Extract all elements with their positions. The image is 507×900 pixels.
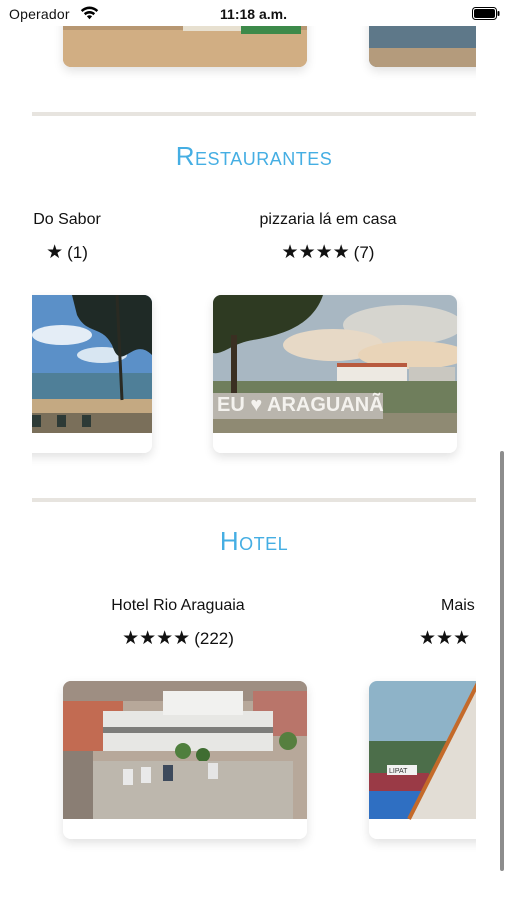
restaurant-rating: ★★★★ (7) <box>205 241 451 264</box>
restaurant-name[interactable]: pizzaria lá em casa <box>205 211 451 229</box>
place-photo-river <box>369 26 476 67</box>
place-card-previous-2[interactable] <box>369 26 476 67</box>
hotel-card[interactable]: LIPAT <box>369 681 476 839</box>
restaurant-rating: ★ (1) <box>32 241 142 264</box>
battery-icon <box>472 7 500 20</box>
section-divider <box>32 112 476 116</box>
hotel-rating: ★★★ <box>419 627 476 650</box>
scroll-indicator[interactable] <box>500 451 504 871</box>
place-photo-beach <box>63 26 307 67</box>
section-divider <box>32 498 476 502</box>
hotel-photo-aerial <box>63 681 307 839</box>
section-title-hotel: Hotel <box>219 526 289 556</box>
rating-stars: ★ <box>46 242 64 263</box>
pool-sign-text: LIPAT <box>389 768 408 775</box>
hotel-name[interactable]: Hotel Rio Araguaia <box>63 597 293 615</box>
review-count: (7) <box>353 243 375 262</box>
hotel-rating: ★★★★ (222) <box>63 627 293 650</box>
restaurant-photo-beach <box>32 295 152 453</box>
restaurant-photo-araguana-sign: EU ♥ ARAGUANÃ <box>213 295 457 453</box>
restaurant-card[interactable]: EU ♥ ARAGUANÃ <box>213 295 457 453</box>
status-bar: Operador 11:18 a.m. <box>0 0 507 26</box>
place-card-previous-1[interactable] <box>63 26 307 67</box>
content-scroll-view[interactable]: Restaurantes Do Sabor ★ (1) pizzaria lá e… <box>32 26 476 900</box>
status-time: 11:18 a.m. <box>220 6 287 22</box>
hotel-card[interactable] <box>63 681 307 839</box>
hotel-name[interactable]: Mais <box>441 597 476 615</box>
hotel-photo-pool: LIPAT <box>369 681 476 839</box>
review-count: (222) <box>194 629 234 648</box>
rating-stars: ★★★ <box>419 628 471 649</box>
araguana-sign-text: EU ♥ ARAGUANÃ <box>217 393 384 416</box>
restaurant-name[interactable]: Do Sabor <box>32 211 142 229</box>
rating-stars: ★★★★ <box>281 242 350 263</box>
review-count: (1) <box>67 243 88 262</box>
restaurant-card[interactable] <box>32 295 152 453</box>
rating-stars: ★★★★ <box>122 628 191 649</box>
section-title-restaurantes: Restaurantes <box>175 141 333 171</box>
